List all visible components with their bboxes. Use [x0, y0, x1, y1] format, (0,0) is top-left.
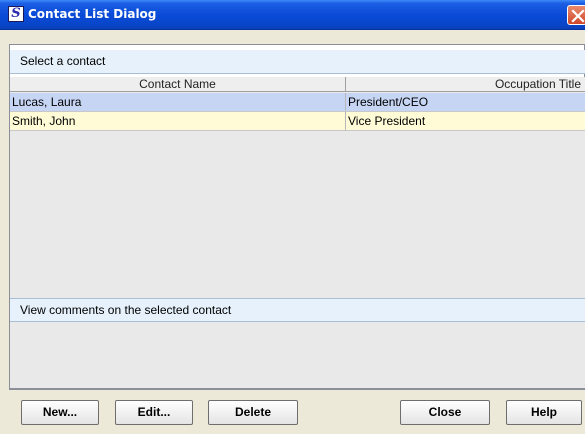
new-button[interactable]: New... [21, 400, 99, 425]
table-row[interactable]: Lucas, Laura President/CEO [10, 93, 585, 112]
cell-occupation-title: President/CEO [346, 93, 585, 112]
select-contact-header: Select a contact [10, 50, 585, 74]
table-row[interactable]: Smith, John Vice President [10, 112, 585, 131]
window-title: Contact List Dialog [28, 7, 157, 21]
delete-button[interactable]: Delete [208, 400, 298, 425]
title-bar[interactable]: S Contact List Dialog [0, 0, 585, 30]
contact-list-dialog: S Contact List Dialog Select a contact C… [0, 0, 585, 434]
help-button[interactable]: Help [506, 400, 582, 425]
comments-header: View comments on the selected contact [10, 298, 585, 322]
close-button[interactable]: Close [400, 400, 490, 425]
cell-contact-name: Smith, John [10, 112, 346, 131]
app-logo-icon: S [8, 6, 24, 22]
column-header-contact-name[interactable]: Contact Name [10, 77, 346, 92]
edit-button[interactable]: Edit... [115, 400, 193, 425]
cell-contact-name: Lucas, Laura [10, 93, 346, 112]
contacts-table: Contact Name Occupation Title Lucas, Lau… [10, 77, 585, 335]
column-header-occupation-title[interactable]: Occupation Title [346, 77, 585, 92]
cell-occupation-title: Vice President [346, 112, 585, 131]
comments-area[interactable] [10, 322, 585, 389]
close-window-icon[interactable] [567, 5, 585, 25]
